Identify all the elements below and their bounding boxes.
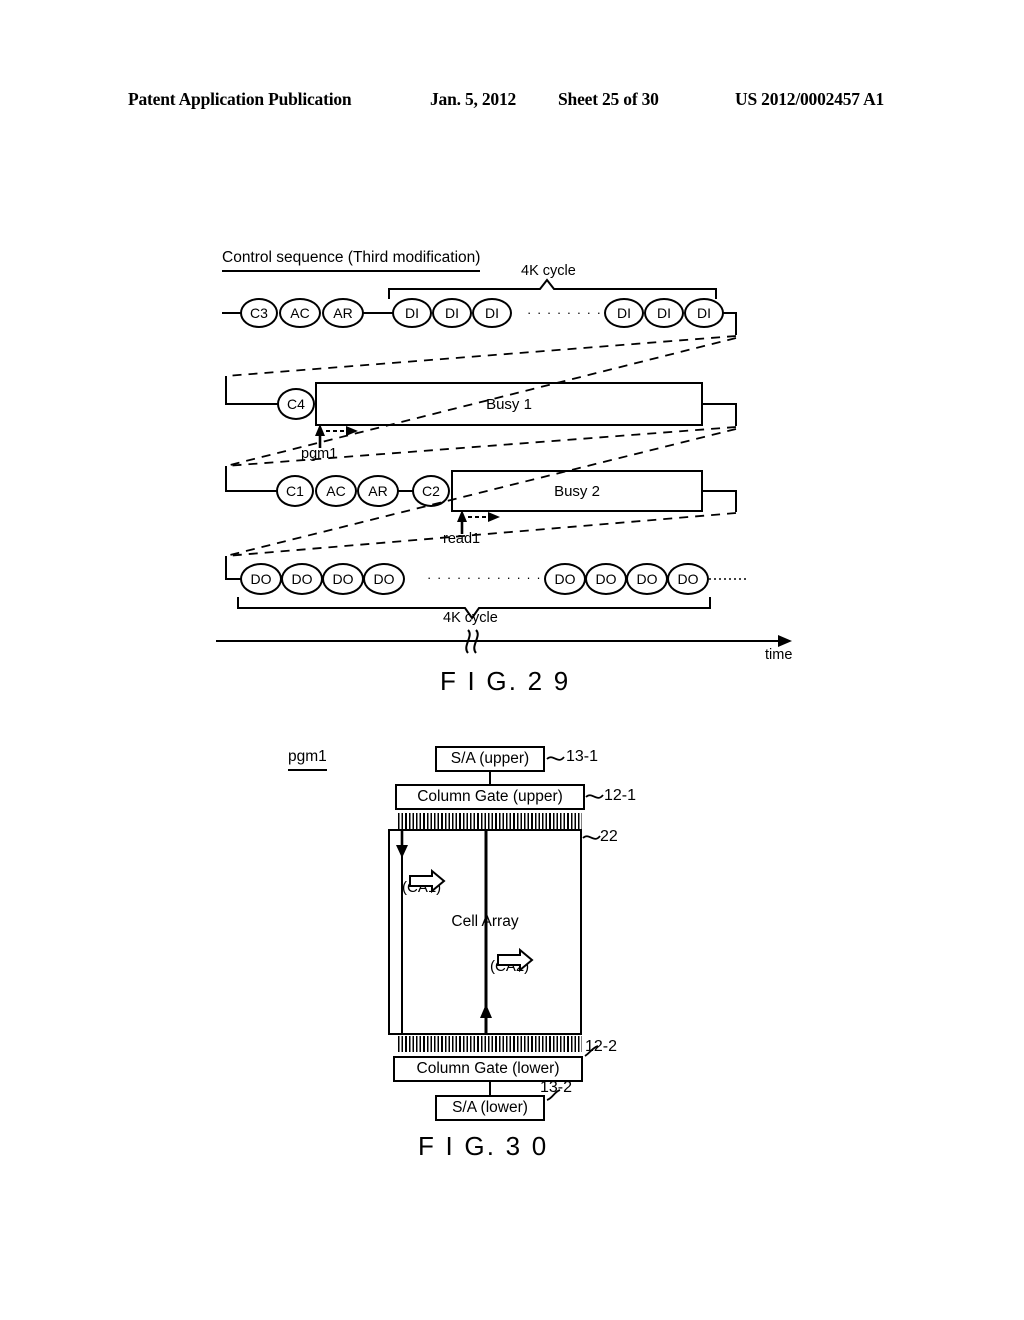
busy2-box: Busy 2 — [451, 470, 703, 512]
patent-number: US 2012/0002457 A1 — [735, 88, 885, 109]
oval-di-1: DI — [392, 298, 432, 328]
oval-di-5: DI — [644, 298, 684, 328]
oval-c2: C2 — [412, 475, 450, 507]
oval-c3: C3 — [240, 298, 278, 328]
oval-do-1: DO — [240, 563, 282, 595]
oval-do-7: DO — [626, 563, 668, 595]
time-axis-label: time — [765, 647, 793, 663]
sa-upper-block: S/A (upper) — [435, 746, 545, 772]
oval-c4: C4 — [277, 388, 315, 420]
oval-di-6: DI — [684, 298, 724, 328]
ref-22: 22 — [600, 828, 618, 845]
row4-bracket-label: 4K cycle — [443, 610, 498, 626]
oval-do-6: DO — [585, 563, 627, 595]
bitline-bundle-upper — [398, 813, 582, 829]
sa-lower-block: S/A (lower) — [435, 1095, 545, 1121]
cell-array-label: Cell Array — [451, 913, 519, 930]
page-header: Patent Application Publication Jan. 5, 2… — [0, 86, 1024, 112]
bitline-bundle-lower — [398, 1036, 582, 1052]
ref-13-2: 13-2 — [540, 1079, 573, 1096]
oval-c1: C1 — [276, 475, 314, 507]
oval-do-2: DO — [281, 563, 323, 595]
oval-di-2: DI — [432, 298, 472, 328]
publication-date: Jan. 5, 2012 — [430, 88, 517, 109]
oval-ar: AR — [322, 298, 364, 328]
oval-ac: AC — [279, 298, 321, 328]
oval-do-3: DO — [322, 563, 364, 595]
row4-ellipsis: · · · · · · · · · · · · · · — [427, 570, 562, 585]
oval-ar-2: AR — [357, 475, 399, 507]
oval-do-5: DO — [544, 563, 586, 595]
ref-12-1: 12-1 — [604, 787, 637, 804]
row1-bracket-label: 4K cycle — [521, 263, 576, 279]
oval-do-4: DO — [363, 563, 405, 595]
ca1-label: (CA1) — [402, 879, 442, 896]
busy1-box: Busy 1 — [315, 382, 703, 426]
oval-do-8: DO — [667, 563, 709, 595]
column-gate-upper-block: Column Gate (upper) — [395, 784, 585, 810]
read1-arrow-label: read1 — [443, 531, 481, 547]
cell-array-block: Cell Array — [388, 829, 582, 1035]
fig29-caption: F I G. 2 9 — [440, 666, 571, 696]
fig29-title: Control sequence (Third modification) — [222, 249, 481, 272]
oval-di-4: DI — [604, 298, 644, 328]
sheet-number: Sheet 25 of 30 — [558, 88, 659, 109]
oval-ac-2: AC — [315, 475, 357, 507]
ref-13-1: 13-1 — [566, 748, 599, 765]
ref-12-2: 12-2 — [585, 1038, 618, 1055]
publication-label: Patent Application Publication — [128, 88, 352, 109]
fig30-caption: F I G. 3 0 — [418, 1131, 549, 1161]
ca2-label: (CA2) — [490, 958, 530, 975]
fig29-line-art — [216, 278, 792, 654]
fig30-line-art — [396, 756, 604, 1101]
oval-di-3: DI — [472, 298, 512, 328]
pgm1-arrow-label: pgm1 — [301, 446, 338, 462]
fig30-mode-label: pgm1 — [288, 748, 327, 771]
